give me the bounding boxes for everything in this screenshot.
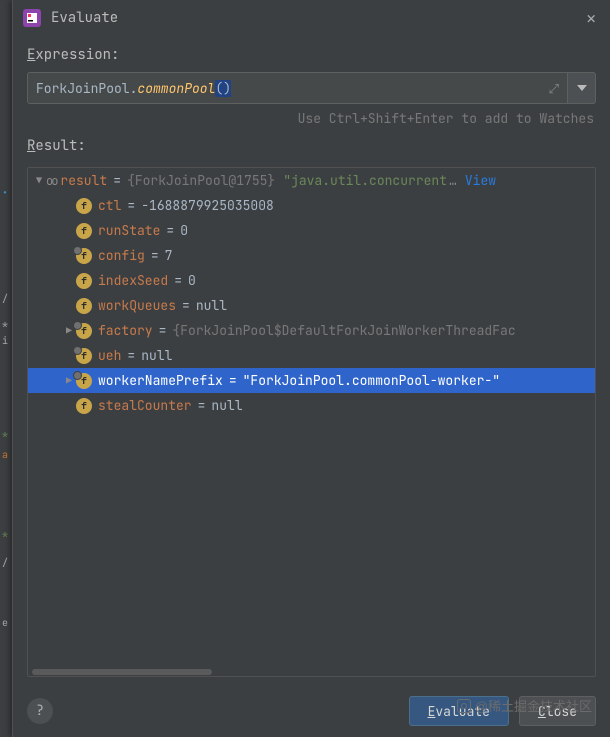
dialog-footer: ? Evaluate Close xyxy=(13,685,610,737)
field-value: null xyxy=(211,397,242,414)
evaluate-dialog: Evaluate ✕ Expression: ForkJoinPool.comm… xyxy=(12,0,610,737)
gutter-glyph: / xyxy=(2,294,8,304)
field-name: workerNamePrefix xyxy=(98,372,223,389)
expand-icon[interactable]: ⤢ xyxy=(549,80,559,97)
field-name: result xyxy=(60,172,107,189)
field-icon: f xyxy=(76,373,92,389)
field-name: runState xyxy=(98,222,160,239)
view-link[interactable]: View xyxy=(465,172,496,189)
type-ref: {ForkJoinPool@1755} xyxy=(127,172,275,189)
hint-text: Use Ctrl+Shift+Enter to add to Watches xyxy=(13,104,610,137)
field-icon: f xyxy=(76,273,92,289)
scrollbar-thumb[interactable] xyxy=(32,669,212,675)
tree-field-row[interactable]: ▶ffactory={ForkJoinPool$DefaultForkJoinW… xyxy=(28,318,595,343)
field-value: {ForkJoinPool$DefaultForkJoinWorkerThrea… xyxy=(172,322,515,339)
app-icon xyxy=(23,9,41,27)
close-button[interactable]: Close xyxy=(519,696,596,726)
help-button[interactable]: ? xyxy=(27,698,53,724)
result-tree-viewport[interactable]: ▼ oo result = {ForkJoinPool@1755} "java.… xyxy=(28,168,595,668)
tree-field-row[interactable]: fconfig=7 xyxy=(28,243,595,268)
tree-field-row[interactable]: fueh=null xyxy=(28,343,595,368)
field-value: null xyxy=(196,297,227,314)
collapse-icon[interactable]: ▼ xyxy=(32,174,46,187)
tree-field-row[interactable]: fstealCounter=null xyxy=(28,393,595,418)
field-value: -1688879925035008 xyxy=(141,197,274,214)
tree-field-row[interactable]: ▶fworkerNamePrefix="ForkJoinPool.commonP… xyxy=(28,368,595,393)
gutter-glyph: / xyxy=(2,558,8,568)
gutter-glyph: * xyxy=(2,430,8,440)
tree-field-row[interactable]: fworkQueues=null xyxy=(28,293,595,318)
value-preview: "java.util.concurrent xyxy=(283,172,447,189)
field-name: config xyxy=(98,247,145,264)
field-name: ueh xyxy=(98,347,121,364)
gutter-glyph: a xyxy=(2,450,8,460)
field-value: 7 xyxy=(165,247,173,264)
evaluate-button[interactable]: Evaluate xyxy=(409,696,509,726)
field-value: "ForkJoinPool.commonPool-worker-" xyxy=(243,372,500,389)
expression-input[interactable]: ForkJoinPool.commonPool() ⤢ xyxy=(27,72,568,104)
field-icon: f xyxy=(76,298,92,314)
expression-label: Expression: xyxy=(13,36,610,72)
field-name: workQueues xyxy=(98,297,176,314)
tree-field-row[interactable]: frunState=0 xyxy=(28,218,595,243)
field-icon: f xyxy=(76,248,92,264)
field-value: 0 xyxy=(188,272,196,289)
object-icon: oo xyxy=(46,173,56,189)
result-label: Result: xyxy=(13,137,610,163)
result-tree: ▼ oo result = {ForkJoinPool@1755} "java.… xyxy=(27,167,596,677)
gutter-glyph: e xyxy=(2,618,8,628)
field-value: 0 xyxy=(180,222,188,239)
field-name: stealCounter xyxy=(98,397,192,414)
tree-field-row[interactable]: fctl=-1688879925035008 xyxy=(28,193,595,218)
gutter-glyph: i xyxy=(2,336,8,346)
gutter-glyph: * xyxy=(2,530,8,540)
field-value: null xyxy=(141,347,172,364)
gutter-glyph: • xyxy=(2,188,8,198)
tree-root-row[interactable]: ▼ oo result = {ForkJoinPool@1755} "java.… xyxy=(28,168,595,193)
field-icon: f xyxy=(76,398,92,414)
horizontal-scrollbar[interactable] xyxy=(28,668,595,676)
tree-field-row[interactable]: findexSeed=0 xyxy=(28,268,595,293)
close-icon[interactable]: ✕ xyxy=(582,4,600,33)
expression-row: ForkJoinPool.commonPool() ⤢ xyxy=(13,72,610,104)
titlebar: Evaluate ✕ xyxy=(13,0,610,36)
chevron-down-icon xyxy=(577,85,587,91)
field-name: indexSeed xyxy=(98,272,168,289)
editor-gutter: • / * i * a * / e xyxy=(0,0,12,737)
field-icon: f xyxy=(76,323,92,339)
field-name: ctl xyxy=(98,197,121,214)
history-dropdown-button[interactable] xyxy=(568,72,596,104)
field-icon: f xyxy=(76,223,92,239)
field-name: factory xyxy=(98,322,153,339)
field-icon: f xyxy=(76,348,92,364)
dialog-title: Evaluate xyxy=(51,9,118,27)
gutter-glyph: * xyxy=(2,320,8,330)
field-icon: f xyxy=(76,198,92,214)
